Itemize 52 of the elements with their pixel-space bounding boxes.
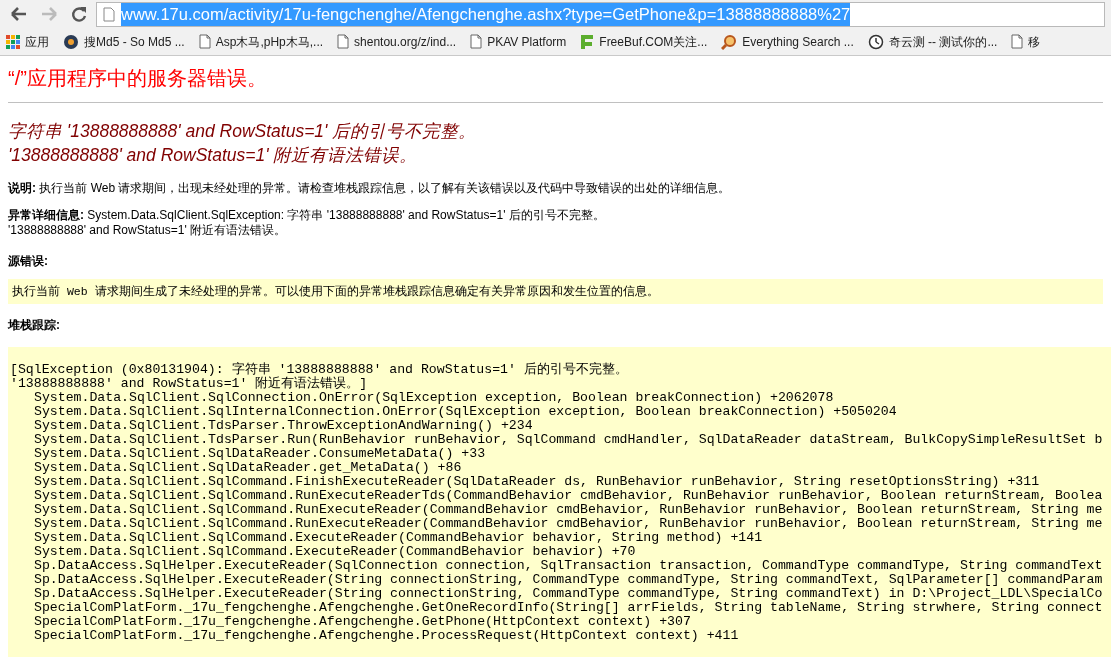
stack-frame: System.Data.SqlClient.SqlDataReader.get_MetaData() +86	[34, 460, 462, 476]
bookmark-link[interactable]: Asp木马,pHp木马,...	[198, 32, 324, 51]
description-text: 执行当前 Web 请求期间，出现未经处理的异常。请检查堆栈跟踪信息，以了解有关该错误以及代码中导致错误的出处的详细信息。	[39, 181, 731, 195]
section-heading: 源错误:	[8, 254, 48, 268]
reload-icon	[70, 5, 88, 23]
bookmark-link[interactable]: FreeBuf.COM关注...	[580, 32, 708, 51]
stack-frame: System.Data.SqlClient.SqlDataReader.ConsumeMetaData() +33	[34, 446, 486, 462]
error-title: “/”应用程序中的服务器错误。	[8, 66, 268, 90]
source-error-text: 执行当前 Web 请求期间生成了未经处理的异常。可以使用下面的异常堆栈跟踪信息确定有关异常原因和发生位置的信息。	[8, 279, 1103, 305]
stack-frame: SpecialComPlatForm._17u_fengchenghe.Afengchenghe.ProcessRequest(HttpContext context) +411	[34, 628, 739, 644]
magnifier-icon	[721, 33, 738, 50]
bookmark-link[interactable]: 奇云测 -- 测试你的...	[867, 32, 998, 51]
stack-frame: Sp.DataAccess.SqlHelper.ExecuteReader(String connectionString, CommandType commandType, String commandText, SqlParameter[] commandParam	[34, 572, 1103, 588]
page-icon	[470, 34, 483, 49]
error-message: 字符串 '13888888888' and RowStatus=1' 后的引号不完整。	[8, 120, 478, 143]
exception-text: '13888888888' and RowStatus=1' 附近有语法错误。	[8, 223, 286, 237]
exception-message: '13888888888' and RowStatus=1' 附近有语法错误。]	[10, 376, 368, 392]
page-icon	[337, 34, 350, 49]
stack-frame: System.Data.SqlClient.TdsParser.ThrowExceptionAndWarning() +234	[34, 418, 533, 434]
bookmark-link[interactable]: 应用	[6, 32, 49, 51]
disc-icon	[63, 33, 79, 50]
url-text: www.17u.com/activity/17u-fengchenghe/Afengchenghe.ashx?type=GetPhone&p=13888888888%27	[121, 2, 851, 26]
bookmark-link[interactable]: shentou.org/z/ind...	[337, 32, 457, 51]
stack-frame: System.Data.SqlClient.SqlCommand.FinishExecuteReader(SqlDataReader ds, RunBehavior runBehavior, String resetOptionsString) +311	[34, 474, 1040, 490]
apps-grid-icon	[6, 34, 20, 49]
forward-arrow-icon	[40, 6, 58, 22]
stack-frame: Sp.DataAccess.SqlHelper.ExecuteReader(SqlConnection connection, SqlTransaction transaction, CommandType commandType, String commandText	[34, 558, 1103, 574]
stack-frame: SpecialComPlatForm._17u_fengchenghe.Afengchenghe.GetPhone(HttpContext context) +307	[34, 614, 691, 630]
exception-text: System.Data.SqlClient.SqlException: 字符串 '13888888888' and RowStatus=1' 后的引号不完整。	[87, 208, 605, 222]
bookmark-link[interactable]: PKAV Platform	[470, 32, 567, 51]
field-label: 说明:	[8, 181, 36, 195]
stack-frame: System.Data.SqlClient.SqlCommand.RunExecuteReader(CommandBehavior cmdBehavior, RunBehavior runBehavior, Boolean returnStream, String me	[34, 516, 1103, 532]
page-icon	[103, 6, 115, 22]
back-arrow-icon	[10, 6, 28, 22]
stack-frame: System.Data.SqlClient.SqlCommand.RunExecuteReader(CommandBehavior cmdBehavior, RunBehavior runBehavior, Boolean returnStream, String me	[34, 502, 1103, 518]
stack-frame: SpecialComPlatForm._17u_fengchenghe.Afengchenghe.GetOneRecordInfo(String[] arrFields, String tableName, String strwhere, String connect	[34, 600, 1103, 616]
error-message: '13888888888' and RowStatus=1' 附近有语法错误。	[8, 144, 419, 167]
page-icon	[1011, 34, 1024, 49]
stack-frame: System.Data.SqlClient.SqlConnection.OnError(SqlException exception, Boolean breakConnection) +2062078	[34, 390, 834, 406]
bookmark-link[interactable]: 搜Md5 - So Md5 ...	[63, 32, 185, 51]
stack-frame: System.Data.SqlClient.SqlCommand.RunExecuteReaderTds(CommandBehavior cmdBehavior, RunBehavior runBehavior, Boolean returnStream, Boolea	[34, 488, 1103, 504]
field-label: 异常详细信息:	[8, 208, 84, 222]
page-icon	[198, 34, 211, 49]
stack-frame: System.Data.SqlClient.SqlCommand.ExecuteReader(CommandBehavior behavior) +70	[34, 544, 636, 560]
stack-frame: System.Data.SqlClient.SqlInternalConnection.OnError(SqlException exception, Boolean breakConnection) +5050204	[34, 404, 897, 420]
stack-frame: System.Data.SqlClient.TdsParser.Run(RunBehavior runBehavior, SqlCommand cmdHandler, SqlDataReader dataStream, BulkCopySimpleResultSet b	[34, 432, 1103, 448]
bookmark-link[interactable]: 移	[1011, 32, 1041, 51]
clock-icon	[867, 33, 884, 50]
stack-frame: Sp.DataAccess.SqlHelper.ExecuteReader(String connectionString, CommandType commandType, String commandText) in D:\Project_LDL\SpecialCo	[34, 586, 1103, 602]
stack-frame: System.Data.SqlClient.SqlCommand.ExecuteReader(CommandBehavior behavior, String method) +141	[34, 530, 763, 546]
bookmark-link[interactable]: Everything Search ...	[721, 32, 854, 51]
section-heading: 堆栈跟踪:	[8, 318, 60, 333]
